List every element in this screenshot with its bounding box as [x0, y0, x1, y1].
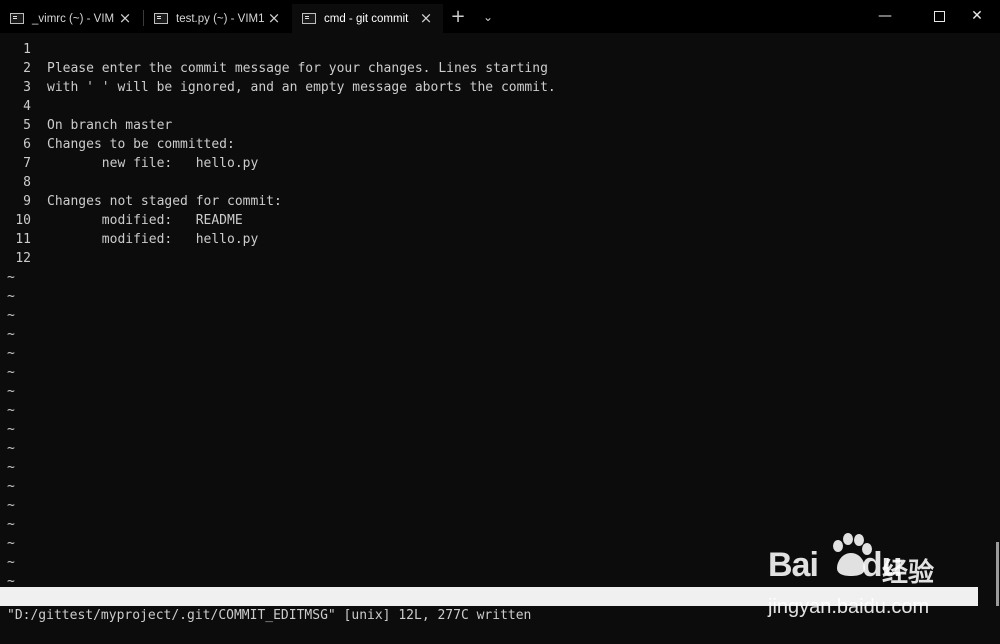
terminal-icon — [10, 13, 24, 24]
editor-buffer[interactable]: 1 2 Please enter the commit message for yo… — [0, 40, 1000, 591]
tilde-marker: ~ — [7, 460, 15, 475]
editor-line[interactable]: 8 — [0, 173, 1000, 192]
empty-buffer-line: ~ — [0, 344, 1000, 363]
editor-line[interactable]: 12 — [0, 249, 1000, 268]
close-icon[interactable]: × — [419, 11, 433, 26]
editor-line[interactable]: 6 Changes to be committed: — [0, 135, 1000, 154]
close-icon[interactable]: × — [118, 11, 132, 26]
maximize-icon — [933, 10, 945, 22]
empty-buffer-line: ~ — [0, 553, 1000, 572]
line-text[interactable]: Changes to be committed: — [47, 135, 235, 154]
title-bar: _vimrc (~) - VIM × test.py (~) - VIM1 × … — [0, 0, 1000, 33]
tilde-marker: ~ — [7, 327, 15, 342]
line-number: 5 — [23, 118, 31, 133]
line-text[interactable]: with ' ' will be ignored, and an empty m… — [47, 78, 556, 97]
tilde-marker: ~ — [7, 517, 15, 532]
tilde-marker: ~ — [7, 384, 15, 399]
tilde-marker: ~ — [7, 498, 15, 513]
empty-buffer-line: ~ — [0, 325, 1000, 344]
line-number: 2 — [23, 61, 31, 76]
line-number: 10 — [15, 213, 31, 228]
terminal-icon — [302, 13, 316, 24]
tilde-marker: ~ — [7, 365, 15, 380]
status-line: D:/gittest/myproject/.git/COMMIT_EDITMSG… — [0, 587, 978, 642]
editor-line[interactable]: 4 — [0, 97, 1000, 116]
line-text[interactable]: Changes not staged for commit: — [47, 192, 282, 211]
tilde-marker: ~ — [7, 422, 15, 437]
tilde-marker: ~ — [7, 403, 15, 418]
empty-buffer-line: ~ — [0, 363, 1000, 382]
tab-title: cmd - git commit — [324, 12, 409, 25]
line-number: 3 — [23, 80, 31, 95]
tab-cmd-git-commit[interactable]: cmd - git commit × — [292, 4, 443, 33]
line-number: 6 — [23, 137, 31, 152]
empty-buffer-line: ~ — [0, 382, 1000, 401]
tilde-marker: ~ — [7, 346, 15, 361]
empty-buffer-line: ~ — [0, 515, 1000, 534]
tab-title: test.py (~) - VIM1 — [176, 12, 265, 25]
new-tab-button[interactable]: + — [448, 7, 468, 27]
line-text[interactable]: new file: hello.py — [47, 154, 259, 173]
editor-line[interactable]: 11 modified: hello.py — [0, 230, 1000, 249]
line-number: 9 — [23, 194, 31, 209]
empty-buffer-line: ~ — [0, 477, 1000, 496]
editor-line[interactable]: 3 with ' ' will be ignored, and an empty … — [0, 78, 1000, 97]
scrollbar[interactable] — [996, 542, 999, 606]
line-text[interactable]: modified: README — [47, 211, 243, 230]
tilde-marker: ~ — [7, 441, 15, 456]
editor-line[interactable]: 7 new file: hello.py — [0, 154, 1000, 173]
tab-title: _vimrc (~) - VIM — [32, 12, 115, 25]
terminal-icon — [154, 13, 168, 24]
editor-line[interactable]: 1 — [0, 40, 1000, 59]
chevron-down-icon[interactable]: ⌄ — [478, 7, 498, 27]
editor-line[interactable]: 5 On branch master — [0, 116, 1000, 135]
line-text[interactable]: modified: hello.py — [47, 230, 259, 249]
empty-buffer-line: ~ — [0, 268, 1000, 287]
close-window-button[interactable]: ✕ — [954, 0, 1000, 33]
line-number: 1 — [23, 42, 31, 57]
line-text[interactable]: On branch master — [47, 116, 172, 135]
empty-buffer-line: ~ — [0, 420, 1000, 439]
tab-vimrc[interactable]: _vimrc (~) - VIM × — [0, 4, 142, 33]
empty-buffer-line: ~ — [0, 534, 1000, 553]
status-cursor-position: 12,0-1 All — [898, 627, 977, 642]
line-number: 8 — [23, 175, 31, 190]
empty-buffer-line: ~ — [0, 401, 1000, 420]
tilde-marker: ~ — [7, 479, 15, 494]
tilde-marker: ~ — [7, 536, 15, 551]
minimize-button[interactable]: — — [862, 0, 908, 33]
editor-line[interactable]: 2 Please enter the commit message for you… — [0, 59, 1000, 78]
empty-buffer-line: ~ — [0, 306, 1000, 325]
empty-buffer-line: ~ — [0, 439, 1000, 458]
tilde-marker: ~ — [7, 308, 15, 323]
empty-buffer-line: ~ — [0, 287, 1000, 306]
tab-test-py[interactable]: test.py (~) - VIM1 × — [144, 4, 291, 33]
tilde-marker: ~ — [7, 555, 15, 570]
empty-buffer-line: ~ — [0, 458, 1000, 477]
close-icon[interactable]: × — [267, 11, 281, 26]
tilde-marker: ~ — [7, 289, 15, 304]
line-number: 4 — [23, 99, 31, 114]
line-number: 7 — [23, 156, 31, 171]
empty-buffer-line: ~ — [0, 496, 1000, 515]
line-number: 12 — [15, 251, 31, 266]
line-text[interactable]: Please enter the commit message for your… — [47, 59, 548, 78]
line-number: 11 — [15, 232, 31, 247]
tilde-marker: ~ — [7, 270, 15, 285]
editor-line[interactable]: 10 modified: README — [0, 211, 1000, 230]
editor-line[interactable]: 9 Changes not staged for commit: — [0, 192, 1000, 211]
command-line[interactable]: "D:/gittest/myproject/.git/COMMIT_EDITMS… — [7, 606, 531, 625]
